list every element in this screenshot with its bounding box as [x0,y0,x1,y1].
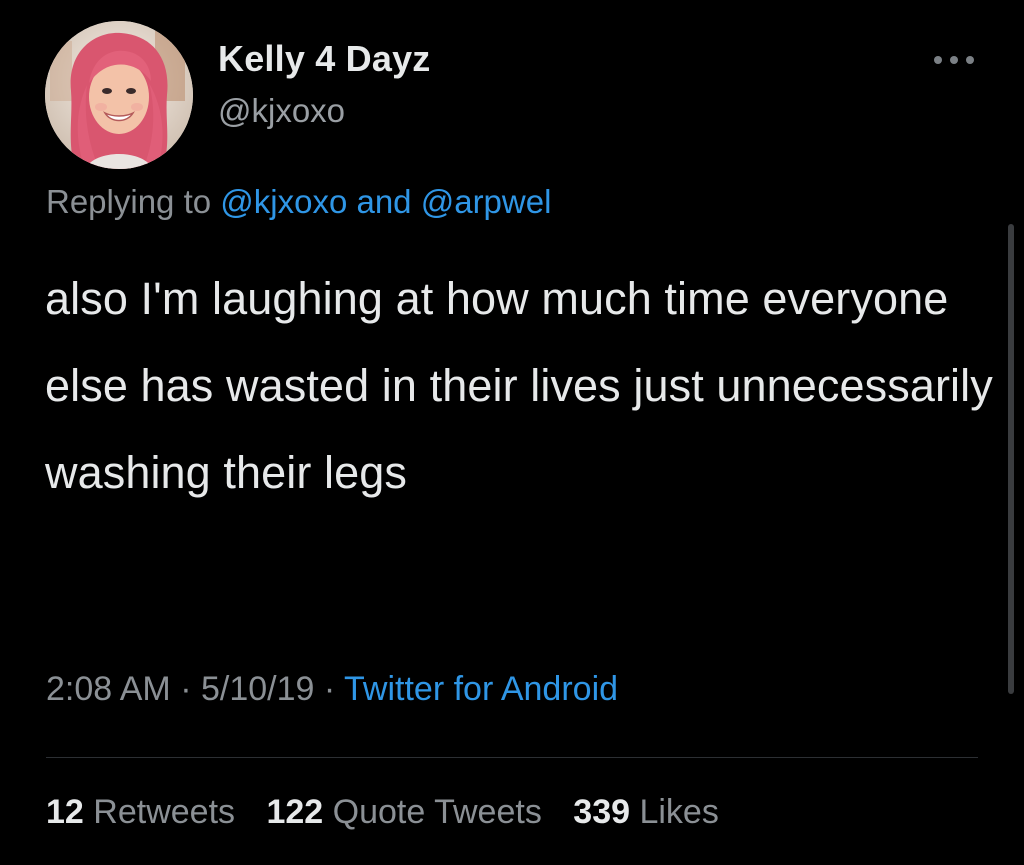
divider [46,757,978,758]
tweet-detail: Kelly 4 Dayz @kjxoxo Replying to @kjxoxo… [0,0,1024,865]
more-horizontal-icon[interactable] [934,50,974,70]
avatar[interactable] [45,21,193,169]
mention-link[interactable]: @arpwel [421,183,552,220]
likes-stat[interactable]: 339 Likes [573,793,719,832]
tweet-source-link[interactable]: Twitter for Android [344,670,618,708]
mention-link[interactable]: @kjxoxo [220,183,347,220]
profile-photo-icon [45,21,193,169]
quote-tweets-count: 122 [266,793,324,831]
quote-tweets-stat[interactable]: 122 Quote Tweets [266,793,541,832]
tweet-stats: 12 Retweets 122 Quote Tweets 339 Likes [46,793,741,832]
mention-conjunction[interactable]: and [347,183,420,220]
tweet-date[interactable]: 5/10/19 [201,670,314,708]
meta-separator: · [314,670,345,708]
scrollbar[interactable] [1008,224,1014,694]
retweets-stat[interactable]: 12 Retweets [46,793,235,832]
likes-count: 339 [573,793,631,831]
retweets-label: Retweets [93,793,236,831]
dot-icon [934,56,942,64]
tweet-text: also I'm laughing at how much time every… [45,273,993,498]
replying-prefix: Replying to [46,183,221,220]
replying-to-line: Replying to @kjxoxo and @arpwel [46,183,551,221]
tweet-time[interactable]: 2:08 AM [46,670,171,708]
dot-icon [966,56,974,64]
tweet-meta: 2:08 AM · 5/10/19 · Twitter for Android [46,670,618,709]
display-name[interactable]: Kelly 4 Dayz [218,38,431,80]
dot-icon [950,56,958,64]
likes-label: Likes [639,793,719,831]
meta-separator: · [170,670,201,708]
retweets-count: 12 [46,793,84,831]
user-handle[interactable]: @kjxoxo [218,92,345,130]
quote-tweets-label: Quote Tweets [332,793,542,831]
